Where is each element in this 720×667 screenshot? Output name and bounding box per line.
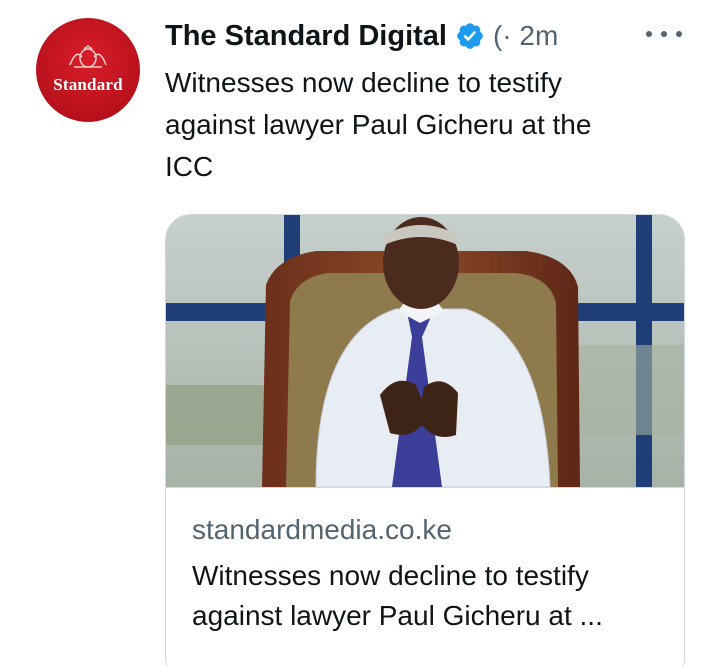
avatar-brand-text: Standard: [53, 75, 123, 94]
card-title-line: Witnesses now decline to testify: [192, 560, 589, 591]
card-domain: standardmedia.co.ke: [192, 514, 452, 545]
account-avatar[interactable]: Standard: [36, 18, 140, 122]
tweet-text-line: ICC: [165, 151, 214, 182]
card-image[interactable]: [166, 215, 684, 487]
tweet-header: The Standard Digital (· 2m: [165, 16, 700, 56]
tweet-text-line: Witnesses now decline to testify: [165, 67, 562, 98]
card-title-line: against lawyer Paul Gicheru at ...: [192, 600, 603, 631]
tweet-text: Witnesses now decline to testify against…: [165, 62, 685, 188]
card-body[interactable]: standardmedia.co.ke Witnesses now declin…: [166, 487, 684, 636]
tweet-text-line: against lawyer Paul Gicheru at the: [165, 109, 592, 140]
card-photo: [166, 215, 684, 487]
card-title: Witnesses now decline to testify against…: [192, 556, 658, 636]
display-name[interactable]: The Standard Digital: [165, 20, 447, 53]
standard-crest-icon: [69, 45, 107, 68]
verified-badge-icon: [457, 23, 483, 49]
handle-and-time[interactable]: (· 2m: [493, 20, 558, 52]
link-preview-card[interactable]: standardmedia.co.ke Witnesses now declin…: [165, 214, 685, 667]
more-options-icon[interactable]: [646, 24, 682, 44]
